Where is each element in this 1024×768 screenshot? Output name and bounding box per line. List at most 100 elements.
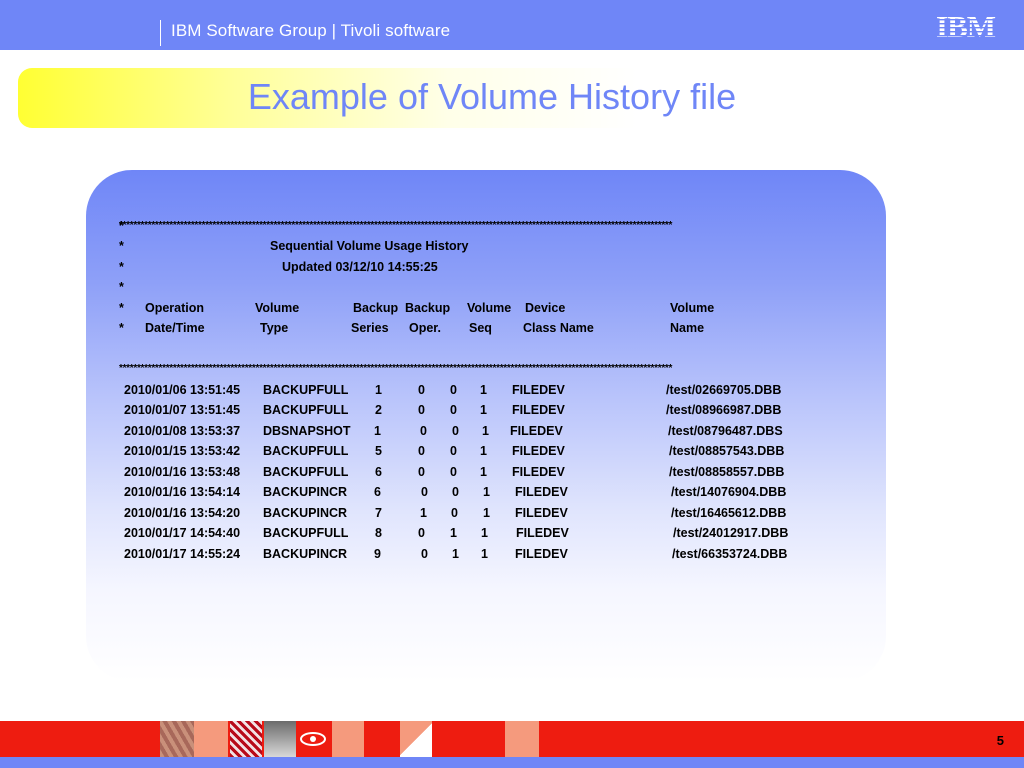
header-operation: Operation: [145, 300, 205, 315]
cell-oper: 0: [418, 403, 425, 417]
heading-updated: Updated 03/12/10 14:55:25: [282, 259, 438, 274]
table-row: 2010/01/15 13:53:42 BACKUPFULL 5 0 0 1 F…: [119, 441, 784, 462]
header-device: Device: [525, 300, 566, 315]
comment-line: *: [119, 216, 140, 237]
header-series: Series: [351, 321, 389, 335]
stars-bottom-line: ****************************************…: [119, 339, 672, 374]
cell-type: BACKUPINCR: [263, 485, 348, 499]
cell-datetime: 2010/01/16 13:54:14: [124, 485, 241, 499]
header-class-name: Class Name: [523, 321, 594, 335]
cell-a: 0: [450, 382, 457, 397]
cell-device: FILEDEV: [512, 403, 565, 417]
history-rows: 2010/01/06 13:51:45 BACKUPFULL 1 0 0 1 F…: [119, 380, 788, 565]
cell-series: 2: [375, 403, 382, 417]
table-row: 2010/01/16 13:54:14 BACKUPINCR 6 0 0 1 F…: [119, 482, 786, 503]
header-name: Name: [670, 321, 705, 335]
cell-oper: 0: [418, 382, 425, 397]
table-row: 2010/01/08 13:53:37 DBSNAPSHOT 1 0 0 1 F…: [119, 421, 783, 442]
column-header-row-1: * Operation Volume Backup Backup Volume …: [119, 298, 714, 319]
footer-tile-icon: [400, 721, 432, 757]
cell-datetime: 2010/01/15 13:53:42: [124, 444, 241, 458]
footer-tile-hands-icon: [160, 721, 194, 757]
cell-type: BACKUPFULL: [263, 403, 349, 417]
cell-series: 6: [375, 464, 382, 479]
cell-a: 0: [450, 444, 457, 458]
cell-name: /test/08857543.DBB: [669, 444, 785, 458]
volume-history-text: ****************************************…: [119, 195, 788, 565]
cell-a: 0: [451, 505, 458, 520]
footer-tile-icon: [505, 721, 539, 757]
cell-a: 0: [450, 403, 457, 417]
cell-type: BACKUPINCR: [263, 505, 348, 520]
cell-name: /test/08966987.DBB: [666, 403, 782, 417]
cell-seq: 1: [482, 423, 489, 438]
footer-tile-icon: [194, 721, 228, 757]
cell-device: FILEDEV: [516, 526, 569, 540]
cell-series: 8: [375, 526, 382, 540]
cell-datetime: 2010/01/17 14:54:40: [124, 526, 241, 540]
cell-device: FILEDEV: [512, 444, 565, 458]
table-row: 2010/01/16 13:53:48 BACKUPFULL 6 0 0 1 F…: [119, 462, 784, 483]
cell-a: 0: [452, 423, 459, 438]
heading-usage-history: Sequential Volume Usage History: [270, 239, 469, 253]
table-row: 2010/01/16 13:54:20 BACKUPINCR 7 1 0 1 F…: [119, 503, 786, 524]
asterisk: *: [119, 218, 124, 233]
footer-tile-person-icon: [264, 721, 296, 757]
cell-type: BACKUPFULL: [263, 444, 349, 458]
cell-seq: 1: [480, 382, 487, 397]
header-seq: Seq: [469, 321, 492, 335]
cell-name: /test/14076904.DBB: [671, 485, 787, 499]
header-datetime: Date/Time: [145, 321, 205, 335]
cell-name: /test/02669705.DBB: [666, 382, 782, 397]
cell-oper: 0: [421, 546, 428, 561]
column-header-row-2: * Date/Time Type Series Oper. Seq Class …: [119, 318, 704, 339]
asterisk: *: [119, 239, 124, 253]
cell-seq: 1: [481, 526, 488, 540]
cell-name: /test/66353724.DBB: [672, 546, 788, 561]
cell-seq: 1: [480, 464, 487, 479]
header-type: Type: [260, 321, 289, 335]
cell-device: FILEDEV: [512, 464, 565, 479]
cell-a: 0: [452, 485, 459, 499]
stars-top: ****************************************…: [119, 219, 673, 231]
cell-seq: 1: [481, 546, 488, 561]
heading-line-2: * Updated 03/12/10 14:55:25: [119, 257, 438, 278]
footer-bottom-strip: [0, 757, 1024, 768]
cell-series: 5: [375, 444, 382, 458]
cell-seq: 1: [483, 505, 490, 520]
cell-oper: 0: [418, 526, 425, 540]
asterisk: *: [119, 259, 124, 274]
cell-name: /test/16465612.DBB: [671, 505, 787, 520]
cell-datetime: 2010/01/17 14:55:24: [124, 546, 241, 561]
table-row: 2010/01/06 13:51:45 BACKUPFULL 1 0 0 1 F…: [119, 380, 781, 401]
cell-datetime: 2010/01/07 13:51:45: [124, 403, 241, 417]
cell-oper: 0: [418, 444, 425, 458]
cell-type: DBSNAPSHOT: [263, 423, 351, 438]
cell-oper: 0: [418, 464, 425, 479]
eye-icon: [300, 732, 326, 746]
cell-device: FILEDEV: [515, 485, 568, 499]
asterisk: *: [119, 321, 124, 335]
ibm-logo-icon: IBM: [936, 11, 1008, 41]
cell-name: /test/24012917.DBB: [673, 526, 789, 540]
header-volume-name: Volume: [670, 300, 715, 315]
asterisk: *: [119, 300, 124, 315]
heading-line-1: * Sequential Volume Usage History: [119, 236, 468, 257]
cell-oper: 1: [420, 505, 427, 520]
header-backup-2: Backup: [405, 300, 451, 315]
cell-a: 1: [450, 526, 457, 540]
cell-type: BACKUPFULL: [263, 526, 349, 540]
cell-datetime: 2010/01/16 13:53:48: [124, 464, 241, 479]
footer-tile-eye-icon: [296, 721, 330, 757]
cell-datetime: 2010/01/06 13:51:45: [124, 382, 241, 397]
cell-seq: 1: [483, 485, 490, 499]
header-backup-1: Backup: [353, 300, 399, 315]
asterisk: *: [119, 280, 124, 294]
header-volume: Volume: [255, 300, 300, 315]
stars-top-line: ****************************************…: [119, 195, 672, 231]
cell-series: 1: [375, 382, 382, 397]
cell-a: 0: [450, 464, 457, 479]
table-row: 2010/01/07 13:51:45 BACKUPFULL 2 0 0 1 F…: [119, 400, 781, 421]
cell-device: FILEDEV: [515, 546, 568, 561]
